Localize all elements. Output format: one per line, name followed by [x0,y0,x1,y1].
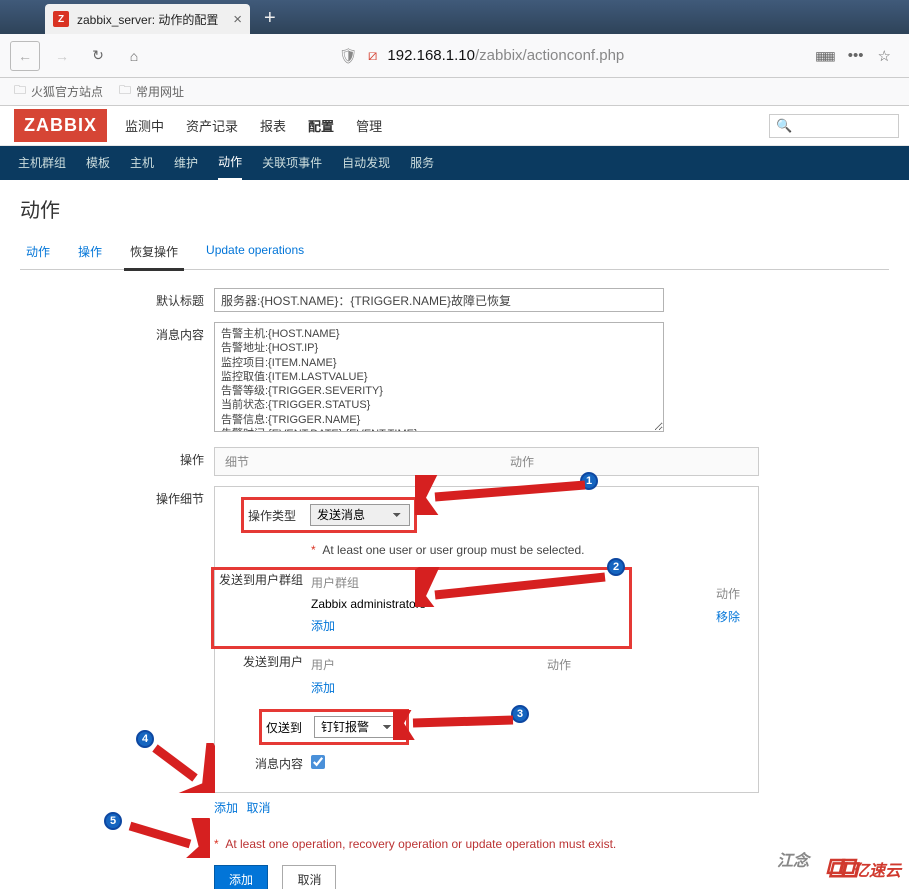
user-col: 用户 [311,656,547,673]
tab-title: zabbix_server: 动作的配置 [77,11,218,28]
submit-cancel-button[interactable]: 取消 [282,865,336,889]
bookmark-star-icon[interactable]: ☆ [878,47,891,65]
browser-tab-strip: Z zabbix_server: 动作的配置 × + [0,0,909,34]
msg-content-textarea[interactable] [214,322,664,432]
subnav-correlation[interactable]: 关联项事件 [262,154,322,173]
reload-button[interactable]: ↻ [84,42,112,70]
subnav-maintenance[interactable]: 维护 [174,154,198,173]
operations-table: 细节 动作 [214,447,759,476]
annotation-arrow-2 [415,567,615,607]
send-to-user-label: 发送到用户 [215,653,311,670]
tab-action[interactable]: 动作 [20,235,56,269]
folder-icon: 🗀 [119,81,131,102]
op-type-label: 操作类型 [248,507,304,524]
url-bar[interactable]: 🛡 ⧄ 192.168.1.10/zabbix/actionconf.php [156,43,807,69]
watermark-logo-icon: ⧉⧉ [825,852,849,885]
page-content: 动作 动作 操作 恢复操作 Update operations 默认标题 消息内… [0,180,909,889]
msg-content2-label: 消息内容 [215,755,311,772]
bookmark-item[interactable]: 🗀 火狐官方站点 [14,81,103,102]
action-col: 动作 [716,585,740,602]
close-tab-icon[interactable]: × [233,11,242,28]
default-title-input[interactable] [214,288,664,312]
ops-label: 操作 [20,447,214,476]
add-user-link[interactable]: 添加 [311,679,335,696]
nav-monitoring[interactable]: 监测中 [123,106,166,145]
col-details: 细节 [225,453,510,470]
subnav-services[interactable]: 服务 [410,154,434,173]
warning-text: At least one user or user group must be … [322,543,584,557]
tab-favicon: Z [53,11,69,27]
more-icon[interactable]: ••• [848,47,864,64]
annotation-arrow-1 [415,475,595,515]
back-button[interactable]: ← [10,41,40,71]
bookmarks-bar: 🗀 火狐官方站点 🗀 常用网址 [0,78,909,106]
form-tabs: 动作 操作 恢复操作 Update operations [20,235,889,270]
address-bar: ← → ↻ ⌂ 🛡 ⧄ 192.168.1.10/zabbix/actionco… [0,34,909,78]
cancel-operation-link[interactable]: 取消 [246,801,270,815]
bottom-warning: At least one operation, recovery operati… [225,837,616,851]
search-icon: 🔍 [776,118,792,134]
annotation-arrow-4 [145,743,215,793]
url-host: 192.168.1.10 [387,47,475,64]
app-header: ZABBIX 监测中 资产记录 报表 配置 管理 🔍 [0,106,909,146]
annotation-arrow-5 [120,818,210,858]
subnav-actions[interactable]: 动作 [218,145,242,181]
only-send-to-label: 仅送到 [266,719,308,736]
annotation-box-3: 仅送到 钉钉报警 [259,709,409,745]
add-group-link[interactable]: 添加 [311,617,335,634]
new-tab-button[interactable]: + [264,7,276,34]
subnav-discovery[interactable]: 自动发现 [342,154,390,173]
home-button[interactable]: ⌂ [120,42,148,70]
remove-group-link[interactable]: 移除 [716,610,740,624]
sub-nav: 主机群组 模板 主机 维护 动作 关联项事件 自动发现 服务 [0,146,909,180]
add-operation-link[interactable]: 添加 [214,801,238,815]
forward-button[interactable]: → [48,42,76,70]
tab-recovery-ops[interactable]: 恢复操作 [124,235,184,271]
tab-operations[interactable]: 操作 [72,235,108,269]
subnav-templates[interactable]: 模板 [86,154,110,173]
msg-content-label: 消息内容 [20,322,214,437]
site-id-icon: ⧄ [368,47,378,64]
subnav-hostgroups[interactable]: 主机群组 [18,154,66,173]
only-send-to-select[interactable]: 钉钉报警 [314,716,402,738]
bookmark-item[interactable]: 🗀 常用网址 [119,81,184,102]
search-input[interactable]: 🔍 [769,114,899,138]
page-title: 动作 [20,194,889,223]
top-nav: 监测中 资产记录 报表 配置 管理 [123,106,384,145]
required-asterisk-2: * [214,837,219,851]
nav-inventory[interactable]: 资产记录 [184,106,240,145]
annotation-arrow-3 [393,710,523,740]
url-path: /zabbix/actionconf.php [475,47,624,64]
default-title-label: 默认标题 [20,288,214,312]
submit-add-button[interactable]: 添加 [214,865,268,889]
operation-details-box: 操作类型 发送消息 * At least one user or user gr… [214,486,759,793]
op-type-select[interactable]: 发送消息 [310,504,410,526]
required-asterisk: * [311,543,316,557]
folder-icon: 🗀 [14,81,26,102]
nav-reports[interactable]: 报表 [258,106,288,145]
watermark-signature: 江念 [777,847,809,871]
send-to-group-label: 发送到用户群组 [215,571,311,588]
shield-icon: 🛡 [339,47,358,65]
tab-update-ops[interactable]: Update operations [200,235,310,269]
col-action: 动作 [510,453,534,470]
watermark: ⧉⧉ 亿速云 [825,852,901,885]
nav-admin[interactable]: 管理 [354,106,384,145]
nav-configuration[interactable]: 配置 [306,106,336,145]
annotation-box-1: 操作类型 发送消息 [241,497,417,533]
qr-icon[interactable]: ▦▦ [815,49,834,63]
zabbix-logo[interactable]: ZABBIX [14,109,107,142]
browser-tab[interactable]: Z zabbix_server: 动作的配置 × [45,4,250,34]
subnav-hosts[interactable]: 主机 [130,154,154,173]
action-col-2: 动作 [547,656,571,673]
msg-content-checkbox[interactable] [311,755,325,769]
